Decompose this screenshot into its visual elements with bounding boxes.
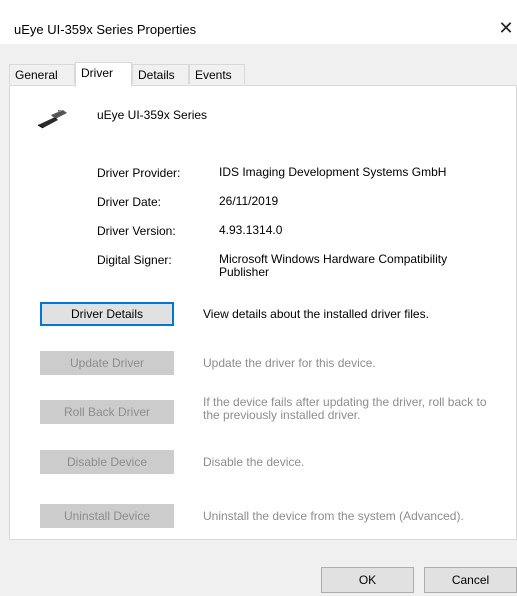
tab-driver[interactable]: Driver: [75, 62, 132, 87]
uninstall-device-description: Uninstall the device from the system (Ad…: [203, 509, 464, 523]
cancel-button[interactable]: Cancel: [424, 567, 517, 593]
tab-general[interactable]: General: [9, 64, 75, 84]
digital-signer-label: Digital Signer:: [97, 253, 172, 267]
close-button[interactable]: ✕: [495, 18, 517, 40]
device-name: uEye UI-359x Series: [97, 108, 208, 122]
disable-device-button[interactable]: Disable Device: [40, 450, 174, 474]
title-bar: uEye UI-359x Series Properties ✕: [0, 0, 517, 44]
driver-panel: uEye UI-359x Series Driver Provider: IDS…: [9, 85, 517, 540]
dialog-body: General Driver Details Events uEye UI-35…: [0, 44, 517, 596]
tab-events[interactable]: Events: [189, 64, 245, 84]
driver-date-value: 26/11/2019: [219, 194, 279, 208]
digital-signer-value: Microsoft Windows Hardware Compatibility…: [219, 252, 448, 279]
driver-details-description: View details about the installed driver …: [203, 307, 429, 321]
window-title: uEye UI-359x Series Properties: [14, 22, 197, 37]
update-driver-button[interactable]: Update Driver: [40, 351, 174, 375]
tab-details[interactable]: Details: [132, 64, 189, 84]
driver-date-label: Driver Date:: [97, 195, 162, 209]
update-driver-description: Update the driver for this device.: [203, 356, 376, 370]
driver-version-label: Driver Version:: [97, 224, 176, 238]
driver-provider-label: Driver Provider:: [97, 166, 181, 180]
driver-provider-value: IDS Imaging Development Systems GmbH: [219, 165, 447, 179]
disable-device-description: Disable the device.: [203, 455, 305, 469]
roll-back-driver-description: If the device fails after updating the d…: [203, 395, 487, 422]
driver-details-button[interactable]: Driver Details: [40, 302, 174, 326]
driver-version-value: 4.93.1314.0: [219, 223, 283, 237]
usb-plug-icon: [37, 110, 67, 129]
roll-back-driver-button[interactable]: Roll Back Driver: [40, 400, 174, 424]
ok-button[interactable]: OK: [321, 567, 414, 593]
uninstall-device-button[interactable]: Uninstall Device: [40, 504, 174, 528]
